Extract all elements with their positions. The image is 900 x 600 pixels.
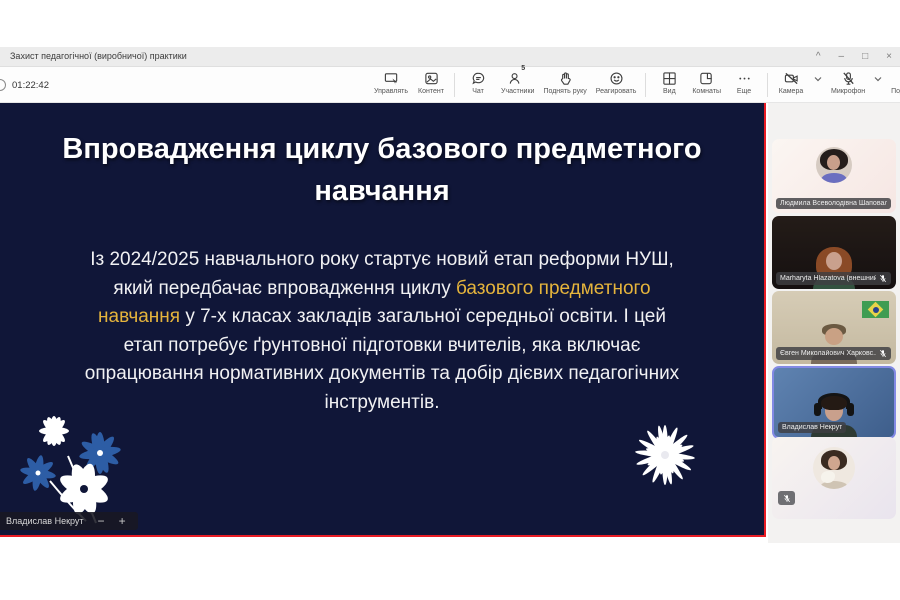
close-button[interactable]: × <box>886 52 892 62</box>
participant-name: Владислав Некрут <box>782 424 843 431</box>
share-label: Поделиться <box>891 88 900 95</box>
share-button[interactable]: Поделиться <box>891 71 900 95</box>
participant-name: Євген Миколайович Харковс... <box>780 350 876 357</box>
avatar <box>813 447 855 489</box>
window-caret-icon[interactable]: ^ <box>816 52 821 62</box>
camera-label: Камера <box>778 88 804 95</box>
raise-hand-icon <box>560 72 571 85</box>
slide-paragraph: Із 2024/2025 навчального року стартує но… <box>78 246 686 417</box>
camera-off-icon <box>784 72 798 85</box>
chat-icon <box>471 72 484 85</box>
view-button[interactable]: Вид <box>655 71 683 95</box>
participant-tile-marharyta[interactable]: Marharyta Hlazatova (внешний) <box>772 216 896 289</box>
manage-label: Управлять <box>374 88 408 95</box>
flower-decoration-right <box>635 425 695 485</box>
window-title: Захист педагогічної (виробничої) практик… <box>10 51 187 61</box>
camera-chevron-icon[interactable] <box>814 76 822 82</box>
flower-decoration-left <box>20 416 121 524</box>
react-button[interactable]: Реагировать <box>595 71 637 95</box>
meeting-app-window: Захист педагогічної (виробничої) практик… <box>0 0 900 600</box>
react-smiley-icon <box>610 72 623 85</box>
view-label: Вид <box>663 88 676 95</box>
meeting-toolbar: 01:22:42 Управлять Контент Чат 5 Участни… <box>0 65 900 103</box>
more-dots-icon <box>738 77 750 80</box>
presenter-name: Владислав Некрут <box>6 516 84 526</box>
avatar <box>816 147 852 183</box>
participant-tile-lyudmyla[interactable]: Людмила Всеволодівна Шаповало... <box>772 139 896 213</box>
minimize-button[interactable]: – <box>839 52 845 62</box>
camera-button[interactable]: Камера <box>777 71 805 95</box>
zoom-out-button[interactable]: − <box>98 515 105 527</box>
participants-label: Участники <box>501 88 535 95</box>
participant-tile-unnamed[interactable] <box>772 437 896 519</box>
brazil-flag <box>862 301 889 318</box>
toolbar-divider <box>645 73 647 97</box>
view-grid-icon <box>663 72 676 85</box>
toolbar-divider <box>767 73 768 97</box>
participant-name-label: Владислав Некрут <box>778 422 847 433</box>
content-label: Контент <box>418 88 444 95</box>
maximize-button[interactable]: □ <box>862 52 868 62</box>
more-button[interactable]: Еще <box>730 71 758 95</box>
raise-hand-button[interactable]: Поднять руку <box>543 71 587 95</box>
mic-off-icon <box>842 72 854 85</box>
toolbar-divider <box>454 73 455 97</box>
react-label: Реагировать <box>595 88 637 95</box>
window-titlebar: Захист педагогічної (виробничої) практик… <box>0 47 900 67</box>
presenter-overlay: Владислав Некрут − + <box>0 512 138 530</box>
slide-title: Впровадження циклу базового предметного … <box>62 133 702 208</box>
participants-sidebar: Людмила Всеволодівна Шаповало... Marhary… <box>768 103 900 543</box>
mic-muted-icon <box>880 349 886 358</box>
participant-name-label: Євген Миколайович Харковс... <box>776 347 891 360</box>
manage-button[interactable]: Управлять <box>374 71 408 95</box>
mic-muted-badge <box>778 491 795 505</box>
chat-button[interactable]: Чат <box>464 71 492 95</box>
chat-label: Чат <box>472 88 484 95</box>
shared-screen-region: Впровадження циклу базового предметного … <box>0 103 766 537</box>
rooms-icon <box>700 72 712 85</box>
mic-button[interactable]: Микрофон <box>831 71 865 95</box>
participant-name-label: Marharyta Hlazatova (внешний) <box>776 272 891 285</box>
participant-name: Marharyta Hlazatova (внешний) <box>780 275 876 282</box>
participants-button[interactable]: 5 Участники <box>501 65 535 95</box>
rooms-label: Комнаты <box>692 88 721 95</box>
content-icon <box>424 72 438 85</box>
content-button[interactable]: Контент <box>417 71 445 95</box>
mic-muted-icon <box>880 274 886 283</box>
mic-label: Микрофон <box>831 88 866 95</box>
timer-icon <box>0 79 6 91</box>
participant-tile-vladyslav-active[interactable]: Владислав Некрут <box>772 366 896 439</box>
meeting-timer: 01:22:42 <box>12 80 49 91</box>
participant-name: Людмила Всеволодівна Шаповало... <box>780 200 887 207</box>
screen-manage-icon <box>384 73 397 86</box>
participants-icon <box>510 73 520 84</box>
participants-count-badge: 5 <box>521 65 526 72</box>
participant-tile-yevhen[interactable]: Євген Миколайович Харковс... <box>772 291 896 364</box>
zoom-in-button[interactable]: + <box>119 515 126 527</box>
raise-hand-label: Поднять руку <box>543 88 587 95</box>
mic-muted-icon <box>783 494 790 502</box>
participant-name-label: Людмила Всеволодівна Шаповало... <box>776 198 891 209</box>
more-label: Еще <box>736 88 752 95</box>
mic-chevron-icon[interactable] <box>874 76 882 82</box>
rooms-button[interactable]: Комнаты <box>692 71 721 95</box>
